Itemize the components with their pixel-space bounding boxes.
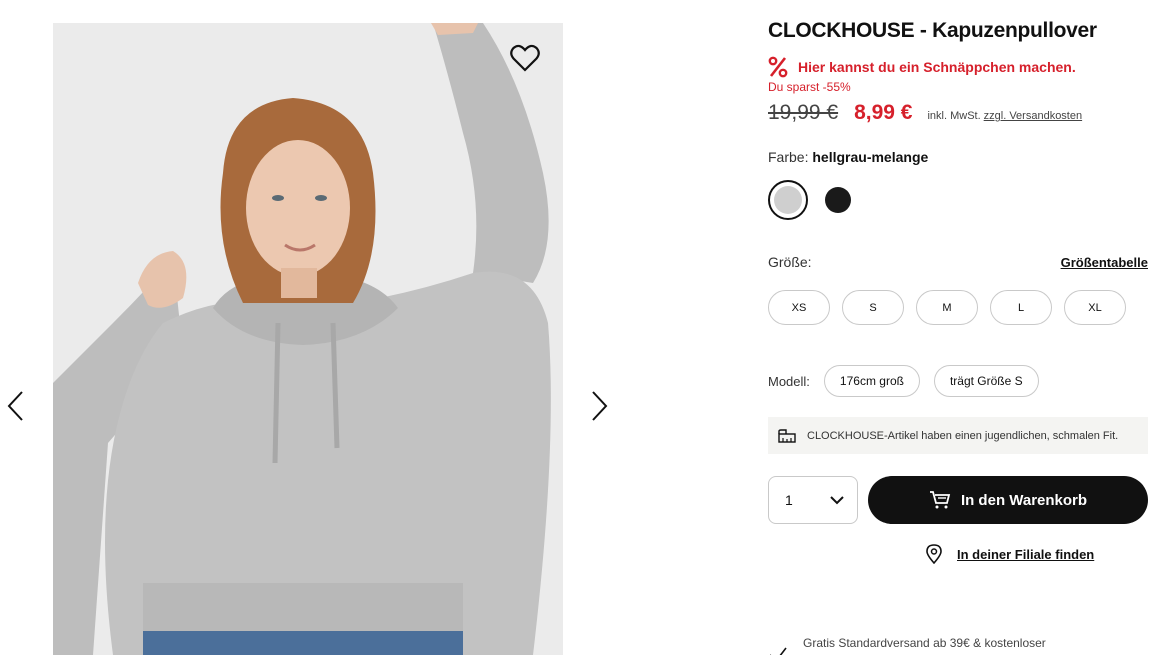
price-row: 19,99 € 8,99 € inkl. MwSt. zzgl. Versand… [768,101,1082,125]
cart-icon [929,491,951,509]
old-price: 19,99 € [768,101,839,124]
fit-text: CLOCKHOUSE-Artikel haben einen jugendlic… [807,429,1119,442]
add-to-cart-button[interactable]: In den Warenkorb [868,476,1148,524]
checkmark-icon [770,647,787,655]
deal-text: Hier kannst du ein Schnäppchen machen. [798,59,1076,75]
sale-price: 8,99 € [854,101,913,124]
ruler-icon [778,428,796,443]
color-swatch-light-grey[interactable] [768,180,808,220]
previous-image-button[interactable] [0,388,30,424]
size-option-xl[interactable]: XL [1064,290,1126,325]
selected-color: hellgrau-melange [812,149,929,165]
chevron-down-icon [830,496,844,505]
size-chart-link[interactable]: Größentabelle [1061,255,1148,270]
shipping-text: Gratis Standardversand ab 39€ & kostenlo… [803,636,1046,650]
chevron-left-icon [7,391,23,421]
next-image-button[interactable] [585,388,615,424]
find-in-store-label: In deiner Filiale finden [957,546,1095,562]
model-label: Modell: [768,373,810,389]
tax-note: inkl. MwSt. [927,110,981,122]
color-label-prefix: Farbe: [768,149,813,165]
size-option-xs[interactable]: XS [768,290,830,325]
add-to-cart-label: In den Warenkorb [960,491,1088,509]
shipping-costs-link[interactable]: zzgl. Versandkosten [984,110,1082,122]
savings-text: Du sparst -55% [768,80,851,94]
location-pin-icon [926,544,942,564]
wishlist-button[interactable] [509,42,541,74]
find-in-store-link[interactable]: In deiner Filiale finden [926,544,1094,564]
size-option-m[interactable]: M [916,290,978,325]
shipping-info: Gratis Standardversand ab 39€ & kostenlo… [768,636,1046,655]
color-swatch-black[interactable] [825,187,851,213]
size-option-s[interactable]: S [842,290,904,325]
quantity-value: 1 [785,492,793,508]
swatch-fill [774,186,802,214]
product-title: CLOCKHOUSE - Kapuzenpullover [768,19,1097,42]
heart-icon [510,44,540,72]
color-label: Farbe: hellgrau-melange [768,149,928,165]
size-option-l[interactable]: L [990,290,1052,325]
product-image[interactable] [53,23,563,655]
fit-info-box: CLOCKHOUSE-Artikel haben einen jugendlic… [768,417,1148,454]
quantity-select[interactable]: 1 [768,476,858,524]
model-height-chip: 176cm groß [823,365,920,397]
deal-banner: Hier kannst du ein Schnäppchen machen. [768,56,1076,78]
size-options: XS S M L XL [768,290,1138,325]
model-info: Modell: 176cm groß trägt Größe S [768,365,1053,397]
product-gallery [0,0,640,655]
percent-icon [768,56,788,78]
model-size-chip: trägt Größe S [933,365,1039,397]
chevron-right-icon [592,391,608,421]
product-photo [53,23,563,655]
size-label: Größe: [768,254,812,270]
